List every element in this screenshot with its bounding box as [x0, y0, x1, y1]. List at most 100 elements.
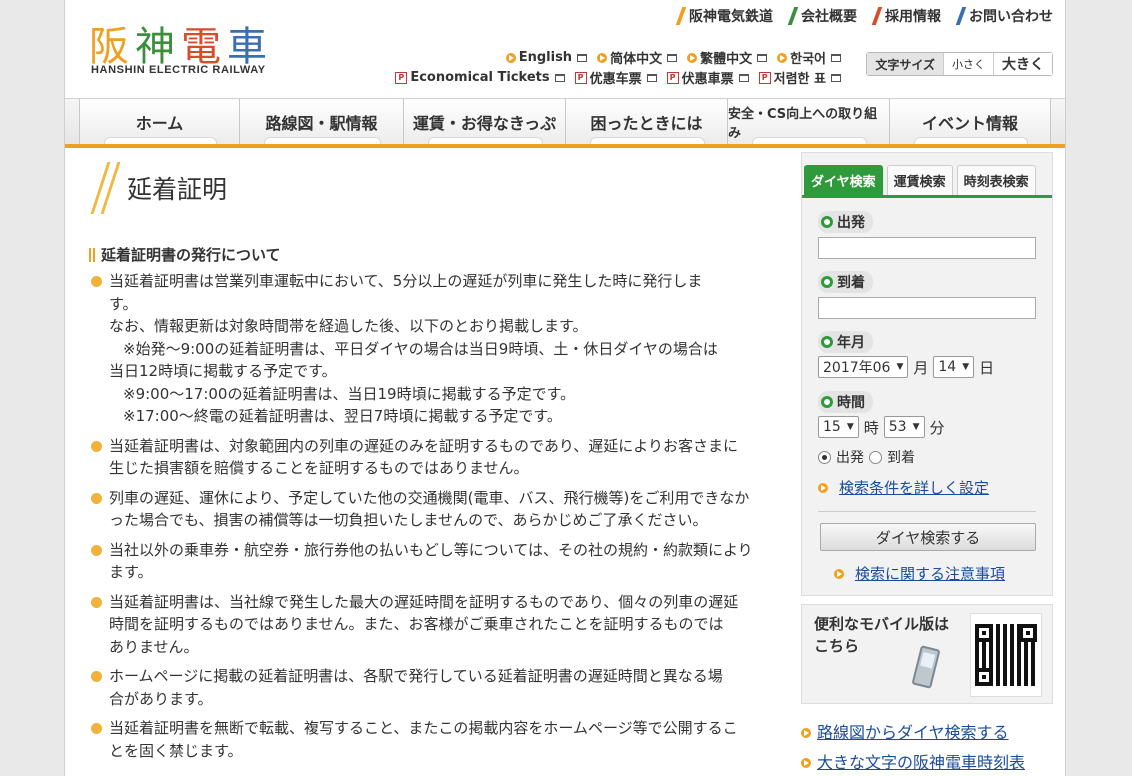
minute-unit: 分 — [929, 418, 945, 437]
nav-events[interactable]: イベント情報 — [889, 99, 1051, 144]
circle-icon — [821, 336, 833, 348]
ticket-label: 伏惠車票 — [681, 72, 734, 87]
side-link-label: 路線図からダイヤ検索する — [817, 723, 1009, 742]
qr-code-icon — [970, 613, 1042, 697]
list-item: 列車の遅延、運休により、予定していた他の交通機関(電車、バス、飛行機等)をご利用… — [91, 487, 771, 532]
item-line: ありません。 — [109, 637, 199, 656]
lang-label: English — [518, 50, 573, 65]
timetable-search-box: ダイヤ検索 運賃検索 時刻表検索 出発 到着 年月 2017年06 ▼ 月 14 ▼… — [801, 152, 1053, 596]
nav-help[interactable]: 困ったときには — [565, 99, 727, 144]
item-line: ホームページに掲載の延着証明書は、各駅で発行している延着証明書の遅延時間と異なる… — [109, 667, 723, 685]
search-notes-link[interactable]: 検索に関する注意事項 — [855, 563, 1005, 584]
top-link-hanshin[interactable]: 阪神電気鉄道 — [675, 6, 773, 26]
ticket-label: Economical Tickets — [410, 70, 550, 85]
time-label: 時間 — [818, 391, 873, 413]
lang-korean[interactable]: 한국어 — [777, 48, 841, 67]
day-select[interactable]: 14 ▼ — [933, 356, 975, 378]
select-value: 53 — [888, 419, 907, 435]
time-row: 15 ▼ 時 53 ▼ 分 — [818, 416, 945, 438]
depart-label: 出発 — [818, 211, 873, 233]
ticket-link-korean[interactable]: P 저렴한 표 — [758, 68, 841, 87]
section-title-text: 延着証明書の発行について — [101, 246, 281, 264]
top-link-label: 採用情報 — [885, 9, 941, 25]
year-month-select[interactable]: 2017年06 ▼ — [818, 356, 909, 378]
nav-home[interactable]: ホーム — [79, 99, 239, 144]
depart-station-input[interactable] — [818, 237, 1036, 259]
top-link-contact[interactable]: お問い合わせ — [955, 6, 1053, 26]
item-line: ※17:00～終電の延着証明書は、翌日7時頃に掲載する予定です。 — [123, 407, 562, 425]
nav-route-map[interactable]: 路線図・駅情報 — [239, 99, 403, 144]
select-value: 14 — [938, 359, 957, 375]
large-timetable-link[interactable]: 大きな文字の阪神電車時刻表 — [801, 748, 1025, 776]
new-window-icon — [554, 73, 565, 82]
item-line: なお、情報更新は対象時間帯を経過した後、以下のとおり掲載します。 — [109, 317, 588, 335]
new-window-icon — [831, 53, 841, 62]
ticket-link-simplified[interactable]: P 优惠车票 — [574, 68, 657, 87]
detail-settings-link[interactable]: 検索条件を詳しく設定 — [839, 477, 989, 498]
new-window-icon — [646, 73, 657, 82]
item-line: 当延着証明書は、対象範囲内の列車の遅延のみを証明するものであり、遅延によりお客さ… — [109, 436, 738, 455]
hour-select[interactable]: 15 ▼ — [818, 416, 859, 438]
side-link-label: 大きな文字の阪神電車時刻表 — [817, 753, 1026, 772]
ticket-link-english[interactable]: P Economical Tickets — [395, 68, 565, 87]
new-window-icon — [667, 53, 678, 62]
tab-fare-search[interactable]: 運賃検索 — [886, 165, 953, 195]
section-bar-icon — [89, 247, 95, 262]
item-line: 時間を証明するものではありません。また、お客様がご乗車されたことを証明するもので… — [109, 615, 724, 633]
item-line: ※始発～9:00の延着証明書は、平日ダイヤの場合は当日9時頃、土・休日ダイヤの場… — [123, 339, 718, 358]
item-line: 当日12時頃に掲載する予定です。 — [109, 362, 337, 380]
item-line: 生じた損害額を賠償することを証明するものではありません。 — [109, 459, 529, 477]
arrive-label: 到着 — [818, 271, 873, 293]
detail-settings-row: 検索条件を詳しく設定 — [818, 477, 989, 498]
radio-arrive-label: 到着 — [887, 450, 915, 466]
slash-icon — [871, 7, 883, 25]
mobile-banner[interactable]: 便利なモバイル版は こちら — [801, 604, 1053, 704]
minute-select[interactable]: 53 ▼ — [883, 416, 925, 438]
item-line: 当延着証明書を無断で転載、複写すること、またこの掲載内容をホームページ等で公開す… — [109, 719, 738, 737]
hour-unit: 時 — [863, 418, 879, 437]
depart-label-text: 出発 — [837, 215, 865, 231]
new-window-icon — [831, 73, 841, 82]
nav-fares[interactable]: 運賃・お得なきっぷ — [403, 99, 565, 144]
header: 阪神電車 HANSHIN ELECTRIC RAILWAY 阪神電気鉄道 会社概… — [65, 0, 1065, 98]
time-label-text: 時間 — [837, 395, 865, 411]
ticket-links: P Economical Tickets P 优惠车票 P 伏惠車票 P 저렴한 표 — [395, 68, 841, 87]
top-link-label: 会社概要 — [801, 9, 857, 25]
lang-simplified-chinese[interactable]: 简体中文 — [597, 48, 678, 67]
arrow-icon — [597, 52, 608, 63]
tab-diagram-search[interactable]: ダイヤ検索 — [804, 165, 883, 195]
ticket-label: 优惠车票 — [589, 72, 642, 87]
item-line: 当延着証明書は営業列車運転中において、5分以上の遅延が列車に発生した時に発行しま — [109, 272, 703, 290]
diagram-search-button[interactable]: ダイヤ検索する — [820, 523, 1036, 551]
item-line: ※9:00～17:00の延着証明書は、当日19時頃に掲載する予定です。 — [123, 384, 576, 403]
divider — [818, 511, 1036, 512]
list-item: ホームページに掲載の延着証明書は、各駅で発行している延着証明書の遅延時間と異なる… — [91, 665, 771, 710]
pdf-icon: P — [395, 71, 408, 84]
route-map-search-link[interactable]: 路線図からダイヤ検索する — [801, 718, 1025, 748]
radio-arrive[interactable] — [869, 450, 882, 464]
title-slash-icon — [90, 162, 121, 214]
nav-safety[interactable]: 安全・CS向上への取り組み — [727, 99, 889, 144]
list-item: 当社以外の乗車券・航空券・旅行券他の払いもどし等については、その社の規約・約款類… — [91, 539, 771, 584]
item-line: す。 — [109, 294, 138, 313]
font-size-small-button[interactable]: 小さく — [944, 53, 994, 75]
arrive-station-input[interactable] — [818, 297, 1036, 319]
dropdown-arrow-icon: ▼ — [846, 422, 854, 432]
ticket-link-traditional[interactable]: P 伏惠車票 — [666, 68, 749, 87]
lang-english[interactable]: English — [505, 48, 588, 67]
font-size-label: 文字サイズ — [867, 53, 944, 75]
slash-icon — [787, 7, 799, 25]
radio-depart[interactable] — [818, 450, 831, 464]
arrow-icon — [687, 52, 698, 63]
date-row: 2017年06 ▼ 月 14 ▼ 日 — [818, 356, 994, 378]
top-link-recruit[interactable]: 採用情報 — [871, 6, 941, 26]
top-link-label: お問い合わせ — [969, 9, 1053, 25]
ticket-label: 저렴한 표 — [773, 72, 826, 87]
tab-timetable-search[interactable]: 時刻表検索 — [956, 165, 1036, 195]
font-size-large-button[interactable]: 大きく — [994, 53, 1052, 75]
notice-list: 当延着証明書は営業列車運転中において、5分以上の遅延が列車に発生した時に発行しま… — [91, 270, 771, 769]
list-item: 当延着証明書は、対象範囲内の列車の遅延のみを証明するものであり、遅延によりお客さ… — [91, 435, 771, 480]
lang-traditional-chinese[interactable]: 繁體中文 — [687, 48, 768, 67]
top-link-company[interactable]: 会社概要 — [787, 6, 857, 26]
slash-icon — [955, 7, 967, 25]
